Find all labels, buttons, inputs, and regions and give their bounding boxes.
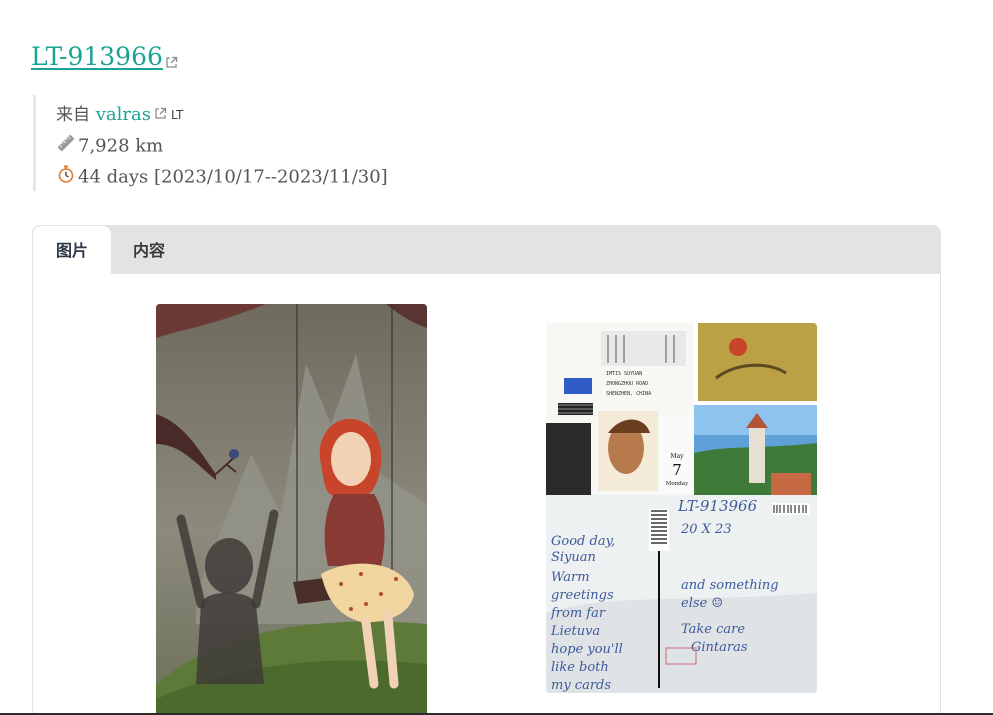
svg-text:Take care: Take care <box>681 622 745 637</box>
postcard-front-image[interactable] <box>156 304 427 715</box>
duration-row: 44 days [2023/10/17--2023/11/30] <box>56 164 388 191</box>
svg-text:Siyuan: Siyuan <box>551 550 596 565</box>
distance-row: 7,928 km <box>56 133 163 160</box>
stopwatch-icon <box>56 164 78 191</box>
sender-row: 来自 valras LT <box>56 103 183 127</box>
svg-text:from far: from far <box>550 606 606 621</box>
external-link-icon[interactable] <box>165 44 178 78</box>
svg-text:SHENZHEN, CHINA: SHENZHEN, CHINA <box>606 391 651 397</box>
svg-text:IMTIS SUYUAN: IMTIS SUYUAN <box>606 371 642 377</box>
tab-images[interactable]: 图片 <box>33 226 111 274</box>
calendar-day: 7 <box>672 461 682 479</box>
external-link-icon[interactable] <box>154 103 167 127</box>
from-label: 来自 <box>56 105 90 125</box>
postcard-back-image[interactable]: IMTIS SUYUAN ZHONGZHOU ROAD SHENZHEN, CH… <box>546 323 817 693</box>
postcard-id-link[interactable]: LT-913966 <box>31 42 163 71</box>
svg-text:greetings: greetings <box>551 588 614 603</box>
postcard-card: 图片 内容 IMTIS SUYUAN ZHONGZHOU ROAD SHENZH… <box>32 225 941 715</box>
svg-text:my cards: my cards <box>551 678 611 693</box>
svg-text:Gintaras: Gintaras <box>691 640 748 655</box>
svg-text:else ☺: else ☺ <box>681 596 723 611</box>
svg-text:Good day,: Good day, <box>551 534 615 549</box>
tab-bar: 图片 内容 <box>33 226 940 274</box>
duration-value: 44 days [2023/10/17--2023/11/30] <box>78 166 388 188</box>
country-code: LT <box>170 108 184 122</box>
written-date: 20 X 23 <box>680 522 732 537</box>
svg-text:and something: and something <box>681 578 779 593</box>
ruler-icon <box>56 133 78 160</box>
postcard-meta: 来自 valras LT 7,928 km 44 days [2023/10/17… <box>33 95 393 191</box>
postcard-title: LT-913966 <box>31 40 178 78</box>
written-id: LT-913966 <box>677 497 758 515</box>
calendar-weekday: Monday <box>666 481 689 487</box>
tab-content[interactable]: 内容 <box>111 226 187 274</box>
svg-text:Lietuva: Lietuva <box>550 624 600 639</box>
svg-text:like both: like both <box>551 660 609 675</box>
sender-link[interactable]: valras <box>96 104 151 125</box>
svg-text:ZHONGZHOU ROAD: ZHONGZHOU ROAD <box>606 381 648 387</box>
distance-value: 7,928 km <box>78 135 164 157</box>
svg-text:hope you'll: hope you'll <box>551 642 623 657</box>
calendar-month: May <box>670 453 684 460</box>
svg-text:Warm: Warm <box>551 570 590 585</box>
